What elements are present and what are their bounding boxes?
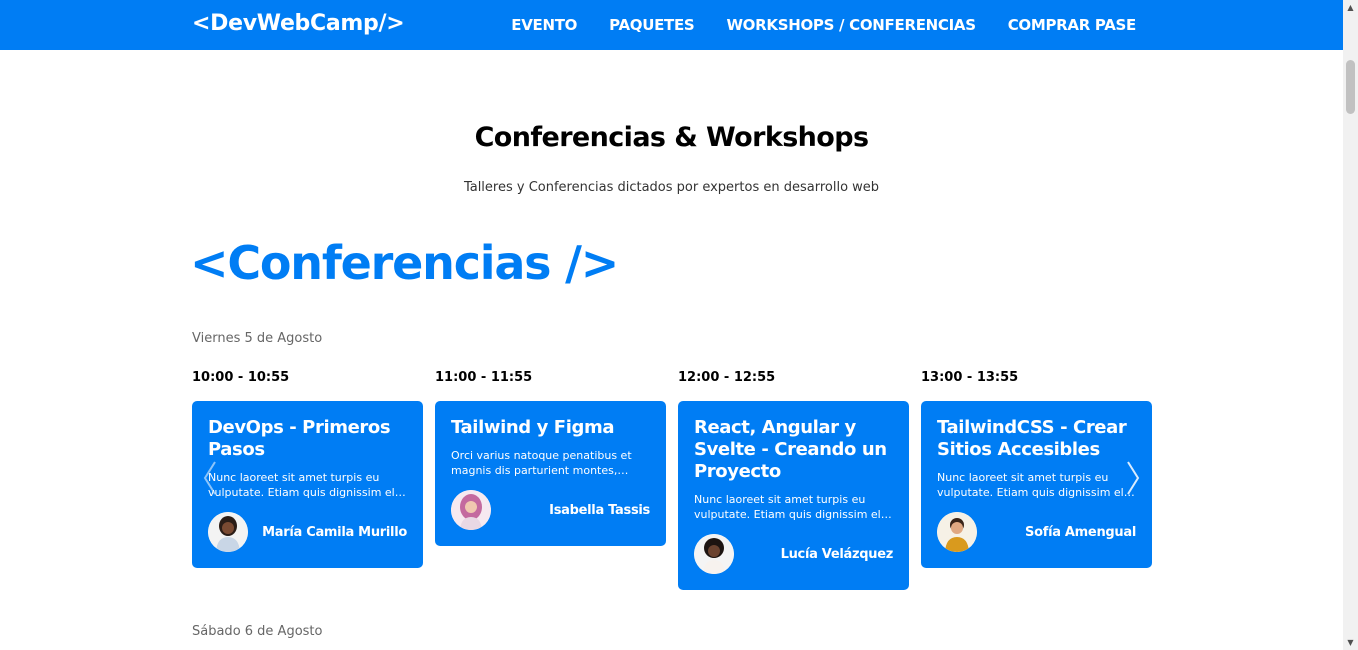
event-footer: Sofía Amengual [937,512,1136,552]
nav-link-evento[interactable]: EVENTO [511,16,577,34]
event-card[interactable]: Tailwind y Figma Orci varius natoque pen… [435,401,666,546]
day-label-sabado: Sábado 6 de Agosto [192,624,323,639]
speaker-name: Sofía Amengual [1025,524,1136,540]
chevron-left-icon [203,461,216,495]
chevron-right-icon [1127,461,1140,495]
event-slot: 10:00 - 10:55 DevOps - Primeros Pasos Nu… [192,370,423,568]
scroll-thumb[interactable] [1346,60,1355,114]
person-icon [937,512,977,552]
event-footer: Lucía Velázquez [694,534,893,574]
person-icon [208,512,248,552]
event-time: 10:00 - 10:55 [192,370,290,385]
day-label-viernes: Viernes 5 de Agosto [192,331,323,346]
section-title-conferencias: <Conferencias /> [190,236,619,290]
event-footer: Isabella Tassis [451,490,650,530]
event-card[interactable]: DevOps - Primeros Pasos Nunc laoreet sit… [192,401,423,568]
event-footer: María Camila Murillo [208,512,407,552]
person-icon [694,534,734,574]
event-title: React, Angular y Svelte - Creando un Pro… [694,417,887,482]
page-subtitle: Talleres y Conferencias dictados por exp… [463,180,880,195]
scroll-down-icon[interactable]: ▼ [1343,635,1358,650]
event-description: Nunc laoreet sit amet turpis eu vulputat… [937,471,1135,499]
person-icon [451,490,491,530]
speaker-avatar [694,534,734,574]
event-time: 11:00 - 11:55 [435,370,533,385]
nav-link-paquetes[interactable]: PAQUETES [609,16,695,34]
carousel-prev-button[interactable] [202,460,218,496]
speaker-name: María Camila Murillo [262,524,407,540]
main-nav: EVENTO PAQUETES WORKSHOPS / CONFERENCIAS… [511,16,1136,34]
site-header: <DevWebCamp/> EVENTO PAQUETES WORKSHOPS … [0,0,1343,50]
page-scrollbar[interactable]: ▲ ▼ [1343,0,1358,650]
nav-link-comprar-pase[interactable]: COMPRAR PASE [1008,16,1137,34]
nav-link-workshops-conferencias[interactable]: WORKSHOPS / CONFERENCIAS [726,16,976,34]
event-description: Nunc laoreet sit amet turpis eu vulputat… [208,471,406,499]
event-time: 12:00 - 12:55 [678,370,776,385]
event-slot: 11:00 - 11:55 Tailwind y Figma Orci vari… [435,370,666,546]
speaker-avatar [937,512,977,552]
event-card[interactable]: React, Angular y Svelte - Creando un Pro… [678,401,909,590]
speaker-name: Lucía Velázquez [780,546,894,562]
event-slot: 13:00 - 13:55 TailwindCSS - Crear Sitios… [921,370,1152,568]
event-card[interactable]: TailwindCSS - Crear Sitios Accesibles Nu… [921,401,1152,568]
speaker-avatar [451,490,491,530]
event-description: Orci varius natoque penatibus et magnis … [451,449,632,477]
event-title: Tailwind y Figma [451,417,615,438]
event-title: TailwindCSS - Crear Sitios Accesibles [937,417,1127,460]
event-slot: 12:00 - 12:55 React, Angular y Svelte - … [678,370,909,590]
scroll-up-icon[interactable]: ▲ [1343,0,1358,15]
event-title: DevOps - Primeros Pasos [208,417,391,460]
speaker-avatar [208,512,248,552]
site-logo[interactable]: <DevWebCamp/> [192,11,405,36]
speaker-name: Isabella Tassis [549,502,650,518]
event-description: Nunc laoreet sit amet turpis eu vulputat… [694,493,892,521]
page-title: Conferencias & Workshops [474,122,869,153]
carousel-next-button[interactable] [1125,460,1141,496]
event-time: 13:00 - 13:55 [921,370,1019,385]
